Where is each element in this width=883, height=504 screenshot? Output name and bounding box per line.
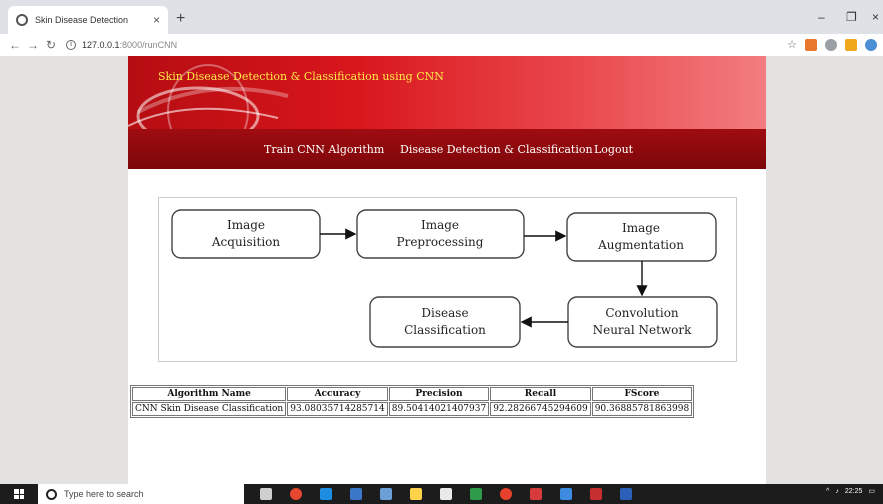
box5-label-1: Disease: [421, 306, 468, 320]
profile-icon[interactable]: [865, 38, 877, 51]
screen: Skin Disease Detection × + – ❐ × ← → ↻ i…: [0, 0, 883, 504]
browser-tab-strip: Skin Disease Detection × + – ❐ ×: [0, 0, 883, 34]
cell-precision: 89.50414021407937: [388, 402, 490, 416]
app-icon[interactable]: [470, 488, 482, 500]
cell-accuracy: 93.08035714285714: [287, 402, 388, 416]
app-icon[interactable]: [350, 488, 362, 500]
clock-time[interactable]: 22:25: [845, 488, 863, 495]
windows-taskbar: Type here to search ^ ♪ 22:25 ▭: [0, 484, 883, 504]
extension-icon[interactable]: [845, 38, 857, 51]
taskbar-apps: [260, 488, 632, 500]
taskbar-search-placeholder: Type here to search: [64, 489, 144, 499]
header-precision: Precision: [388, 387, 490, 401]
close-window-button[interactable]: ×: [872, 10, 879, 24]
box2-label-1: Image: [421, 218, 459, 232]
cell-fscore: 90.36885781863998: [591, 402, 693, 416]
chrome-icon[interactable]: [500, 488, 512, 500]
box1-label-2: Acquisition: [211, 235, 281, 249]
nav-train-cnn-link[interactable]: Train CNN Algorithm: [264, 143, 384, 156]
url-path: :8000/runCNN: [119, 40, 178, 50]
banner-decoration: [128, 64, 289, 129]
browser-tab[interactable]: Skin Disease Detection ×: [8, 6, 168, 34]
nav-logout-link[interactable]: Logout: [594, 143, 633, 156]
extension-icon[interactable]: [825, 38, 837, 51]
address-bar[interactable]: i 127.0.0.1 :8000/runCNN: [66, 40, 177, 50]
header-algorithm-name: Algorithm Name: [132, 387, 287, 401]
url-host: 127.0.0.1: [82, 40, 120, 50]
tab-close-icon[interactable]: ×: [153, 13, 160, 27]
info-icon[interactable]: i: [66, 40, 76, 50]
star-icon[interactable]: ☆: [787, 38, 797, 51]
minimize-button[interactable]: –: [818, 10, 825, 24]
diagram-box-classification: [369, 296, 521, 348]
new-tab-button[interactable]: +: [176, 10, 185, 28]
web-page: Skin Disease Detection & Classification …: [128, 56, 766, 484]
cortana-icon: [46, 488, 57, 500]
windows-start-icon[interactable]: [14, 489, 24, 499]
table-header-row: Algorithm Name Accuracy Precision Recall…: [132, 387, 693, 401]
box1-label-1: Image: [227, 218, 265, 232]
cell-recall: 92.28266745294609: [490, 402, 591, 416]
header-recall: Recall: [490, 387, 591, 401]
back-arrow-icon[interactable]: ←: [6, 38, 24, 52]
reload-icon[interactable]: ↻: [42, 38, 60, 52]
workflow-diagram-svg: Image Acquisition Image Preprocessing Im…: [171, 209, 718, 348]
workflow-diagram: Image Acquisition Image Preprocessing Im…: [158, 197, 737, 362]
header-fscore: FScore: [591, 387, 693, 401]
store-icon[interactable]: [440, 488, 452, 500]
diagram-box-convolution: [567, 296, 718, 348]
taskbar-search-input[interactable]: Type here to search: [38, 484, 244, 504]
globe-icon: [16, 14, 28, 26]
extension-bar: ☆: [787, 38, 877, 51]
tab-title: Skin Disease Detection: [35, 15, 129, 25]
system-tray: ^ ♪ 22:25 ▭: [826, 487, 875, 496]
site-title: Skin Disease Detection & Classification …: [158, 70, 444, 83]
file-explorer-icon[interactable]: [410, 488, 422, 500]
word-icon[interactable]: [620, 488, 632, 500]
cell-algorithm-name: CNN Skin Disease Classification: [132, 402, 287, 416]
table-row: CNN Skin Disease Classification 93.08035…: [132, 402, 693, 416]
header-accuracy: Accuracy: [287, 387, 388, 401]
maximize-button[interactable]: ❐: [846, 10, 857, 24]
notification-icon[interactable]: ▭: [868, 487, 875, 495]
box2-label-2: Preprocessing: [397, 235, 484, 249]
box5-label-2: Classification: [404, 323, 486, 337]
site-nav: Train CNN Algorithm Disease Detection & …: [128, 129, 766, 169]
app-icon[interactable]: [590, 488, 602, 500]
app-icon[interactable]: [560, 488, 572, 500]
box3-label-1: Image: [622, 221, 660, 235]
task-view-icon[interactable]: [260, 488, 272, 500]
edge-icon[interactable]: [320, 488, 332, 500]
box4-label-1: Convolution: [605, 306, 679, 320]
box3-label-2: Augmentation: [597, 238, 684, 252]
app-icon[interactable]: [380, 488, 392, 500]
browser-toolbar: ← → ↻ i 127.0.0.1 :8000/runCNN ☆: [0, 34, 883, 56]
app-icon[interactable]: [530, 488, 542, 500]
network-icon[interactable]: ^: [826, 488, 829, 495]
volume-icon[interactable]: ♪: [835, 488, 839, 495]
extension-icon[interactable]: [805, 38, 817, 51]
box4-label-2: Neural Network: [593, 323, 693, 337]
forward-arrow-icon[interactable]: →: [24, 38, 42, 52]
nav-disease-detection-link[interactable]: Disease Detection & Classification: [400, 143, 593, 156]
results-table: Algorithm Name Accuracy Precision Recall…: [130, 385, 695, 418]
site-banner: Skin Disease Detection & Classification …: [128, 56, 766, 129]
app-icon[interactable]: [290, 488, 302, 500]
